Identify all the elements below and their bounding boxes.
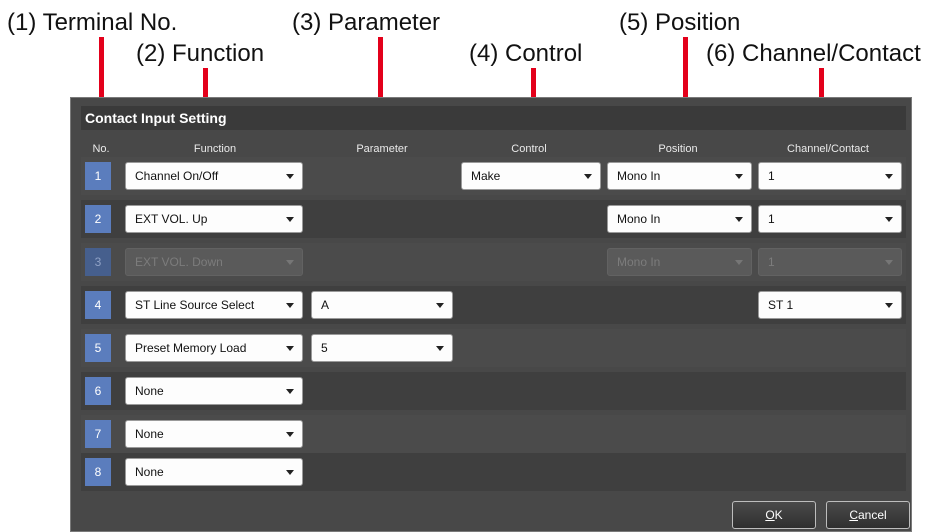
channel-contact-dropdown: 1 bbox=[758, 248, 902, 276]
column-header-channel-contact: Channel/Contact bbox=[787, 143, 869, 155]
chevron-down-icon bbox=[286, 260, 294, 265]
callout-channel-contact: (6) Channel/Contact bbox=[706, 40, 921, 67]
callout-function: (2) Function bbox=[136, 40, 265, 67]
table-row: 1 Channel On/Off Make Mono In 1 bbox=[81, 157, 906, 195]
column-header-position: Position bbox=[658, 143, 698, 155]
channel-contact-dropdown[interactable]: 1 bbox=[758, 205, 902, 233]
table-row: 4 ST Line Source Select A ST 1 bbox=[81, 286, 906, 324]
table-row: 6 None bbox=[81, 372, 906, 410]
terminal-number: 1 bbox=[85, 162, 111, 190]
function-dropdown[interactable]: ST Line Source Select bbox=[125, 291, 303, 319]
callout-terminal-no: (1) Terminal No. bbox=[7, 9, 178, 36]
terminal-number: 8 bbox=[85, 458, 111, 486]
cancel-button[interactable]: Cancel bbox=[826, 501, 910, 529]
chevron-down-icon bbox=[286, 346, 294, 351]
terminal-number: 5 bbox=[85, 334, 111, 362]
callout-position: (5) Position bbox=[619, 9, 741, 36]
function-dropdown[interactable]: Preset Memory Load bbox=[125, 334, 303, 362]
chevron-down-icon bbox=[436, 346, 444, 351]
terminal-number: 7 bbox=[85, 420, 111, 448]
callout-control: (4) Control bbox=[469, 40, 583, 67]
parameter-dropdown[interactable]: 5 bbox=[311, 334, 453, 362]
terminal-number: 2 bbox=[85, 205, 111, 233]
channel-contact-dropdown[interactable]: 1 bbox=[758, 162, 902, 190]
chevron-down-icon bbox=[885, 303, 893, 308]
terminal-number: 6 bbox=[85, 377, 111, 405]
column-header-control: Control bbox=[511, 143, 547, 155]
position-dropdown[interactable]: Mono In bbox=[607, 205, 752, 233]
table-row: 2 EXT VOL. Up Mono In 1 bbox=[81, 200, 906, 238]
function-dropdown[interactable]: None bbox=[125, 458, 303, 486]
chevron-down-icon bbox=[286, 217, 294, 222]
contact-input-setting-dialog: Contact Input Setting No. Function Param… bbox=[70, 97, 912, 532]
control-dropdown[interactable]: Make bbox=[461, 162, 601, 190]
parameter-dropdown[interactable]: A bbox=[311, 291, 453, 319]
chevron-down-icon bbox=[286, 389, 294, 394]
callout-parameter: (3) Parameter bbox=[292, 9, 441, 36]
chevron-down-icon bbox=[286, 303, 294, 308]
table-row: 3 EXT VOL. Down Mono In 1 bbox=[81, 243, 906, 281]
chevron-down-icon bbox=[735, 260, 743, 265]
dialog-title: Contact Input Setting bbox=[81, 106, 906, 130]
terminal-number: 3 bbox=[85, 248, 111, 276]
table-row: 8 None bbox=[81, 453, 906, 491]
terminal-number: 4 bbox=[85, 291, 111, 319]
table-row: 7 None bbox=[81, 415, 906, 453]
chevron-down-icon bbox=[436, 303, 444, 308]
function-dropdown[interactable]: None bbox=[125, 377, 303, 405]
chevron-down-icon bbox=[286, 174, 294, 179]
chevron-down-icon bbox=[735, 174, 743, 179]
function-dropdown: EXT VOL. Down bbox=[125, 248, 303, 276]
function-dropdown[interactable]: EXT VOL. Up bbox=[125, 205, 303, 233]
function-dropdown[interactable]: None bbox=[125, 420, 303, 448]
position-dropdown[interactable]: Mono In bbox=[607, 162, 752, 190]
function-dropdown[interactable]: Channel On/Off bbox=[125, 162, 303, 190]
chevron-down-icon bbox=[286, 432, 294, 437]
chevron-down-icon bbox=[885, 217, 893, 222]
ok-button[interactable]: OK bbox=[732, 501, 816, 529]
chevron-down-icon bbox=[885, 174, 893, 179]
table-row: 5 Preset Memory Load 5 bbox=[81, 329, 906, 367]
position-dropdown: Mono In bbox=[607, 248, 752, 276]
column-header-parameter: Parameter bbox=[356, 143, 408, 155]
column-header-no: No. bbox=[92, 143, 110, 155]
chevron-down-icon bbox=[885, 260, 893, 265]
column-header-function: Function bbox=[193, 143, 237, 155]
chevron-down-icon bbox=[584, 174, 592, 179]
chevron-down-icon bbox=[735, 217, 743, 222]
channel-contact-dropdown[interactable]: ST 1 bbox=[758, 291, 902, 319]
chevron-down-icon bbox=[286, 470, 294, 475]
